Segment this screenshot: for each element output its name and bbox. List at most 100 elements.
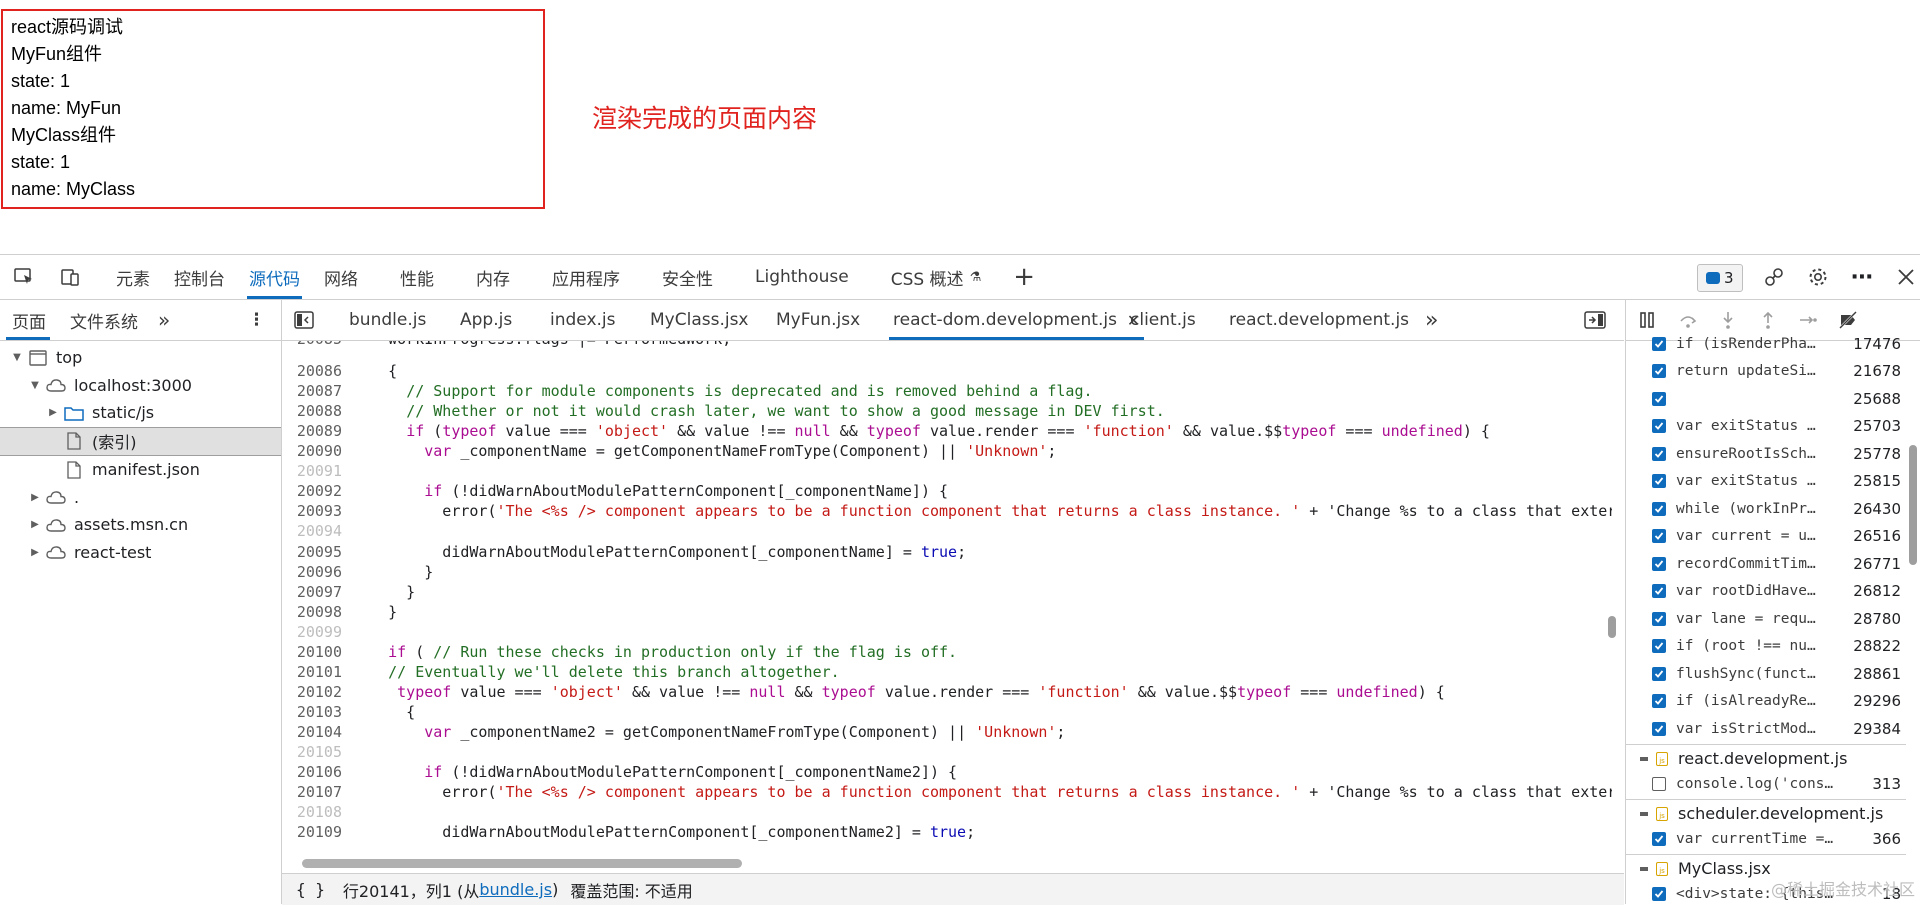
breakpoint-checkbox[interactable]	[1652, 831, 1666, 846]
breakpoint-checkbox[interactable]	[1652, 501, 1666, 516]
code-line[interactable]: 20085 workInProgress.flags |= PerformedW…	[282, 341, 731, 349]
editor-tab-react-development-js[interactable]: react.development.js	[1229, 300, 1409, 340]
code-line[interactable]: 20108	[282, 802, 352, 822]
pause-resume-icon[interactable]	[1626, 311, 1668, 329]
line-number[interactable]: 20090	[282, 441, 352, 461]
tab-security[interactable]: 安全性	[632, 255, 725, 299]
code-line[interactable]: 20086 {	[282, 361, 397, 381]
tab-performance[interactable]: 性能	[370, 255, 446, 299]
breakpoint-checkbox[interactable]	[1652, 886, 1666, 901]
breakpoint-checkbox[interactable]	[1652, 639, 1666, 654]
line-number[interactable]: 20086	[282, 361, 352, 381]
line-number[interactable]: 20091	[282, 461, 352, 481]
tab-network[interactable]: 网络	[312, 255, 370, 299]
line-number[interactable]: 20088	[282, 401, 352, 421]
code-line[interactable]: 20097 }	[282, 582, 415, 602]
collapse-triangle-icon[interactable]: ▶	[28, 492, 42, 503]
tree-item[interactable]: manifest.json	[0, 456, 281, 484]
tree-item[interactable]: (索引)	[0, 426, 281, 456]
breakpoint-file-header[interactable]: js react.development.js	[1626, 744, 1906, 772]
tab-css-overview[interactable]: CSS 概述 ⚗	[861, 255, 994, 299]
code-line[interactable]: 20107 error('The <%s /> component appear…	[282, 782, 1612, 802]
breakpoint-item[interactable]: var lane = requ… 28780	[1626, 605, 1906, 633]
line-number[interactable]: 20095	[282, 542, 352, 562]
toggle-navigator-icon[interactable]	[294, 300, 314, 340]
device-emulation-icon[interactable]	[48, 266, 92, 288]
breakpoint-checkbox[interactable]	[1652, 611, 1666, 626]
code-line[interactable]: 20090 var _componentName = getComponentN…	[282, 441, 1057, 461]
tree-item[interactable]: ▼ top	[0, 344, 281, 372]
code-area[interactable]: 20085 workInProgress.flags |= PerformedW…	[282, 341, 1612, 854]
collapse-icon[interactable]	[1640, 811, 1648, 816]
tree-item[interactable]: ▶ static/js	[0, 399, 281, 427]
breakpoint-item[interactable]: var currentTime =… 366	[1626, 825, 1906, 853]
more-tabs-chevron-icon[interactable]: »	[148, 300, 180, 340]
breakpoint-checkbox[interactable]	[1652, 336, 1666, 351]
line-number[interactable]: 20093	[282, 501, 352, 521]
line-number[interactable]: 20107	[282, 782, 352, 802]
breakpoint-checkbox[interactable]	[1652, 666, 1666, 681]
code-line[interactable]: 20106 if (!didWarnAboutModulePatternComp…	[282, 762, 957, 782]
breakpoint-checkbox[interactable]	[1652, 391, 1666, 406]
code-line[interactable]: 20089 if (typeof value === 'object' && v…	[282, 421, 1490, 441]
debugger-vertical-scrollbar[interactable]	[1909, 445, 1917, 565]
code-vertical-scrollbar[interactable]	[1608, 616, 1616, 638]
code-horizontal-scrollbar[interactable]	[282, 855, 1612, 871]
breakpoint-checkbox[interactable]	[1652, 721, 1666, 736]
line-number[interactable]: 20098	[282, 602, 352, 622]
tree-item[interactable]: ▶.	[0, 484, 281, 512]
step-out-icon[interactable]	[1748, 310, 1788, 330]
close-icon[interactable]	[1884, 267, 1920, 287]
editor-tab-client-js[interactable]: client.js	[1130, 300, 1196, 340]
code-line[interactable]: 20093 error('The <%s /> component appear…	[282, 501, 1612, 521]
tree-item[interactable]: ▶ react-test	[0, 539, 281, 567]
breakpoint-item[interactable]: var exitStatus … 25815	[1626, 468, 1906, 496]
tree-item[interactable]: ▼ localhost:3000	[0, 372, 281, 400]
tab-page[interactable]: 页面	[0, 300, 56, 340]
expand-triangle-icon[interactable]: ▼	[10, 352, 24, 363]
editor-tab-myfun-jsx[interactable]: MyFun.jsx	[776, 300, 860, 340]
code-line[interactable]: 20094	[282, 521, 352, 541]
breakpoint-item[interactable]: if (isAlreadyRe… 29296	[1626, 688, 1906, 716]
breakpoint-item[interactable]: var rootDidHave… 26812	[1626, 578, 1906, 606]
tab-elements[interactable]: 元素	[104, 255, 162, 299]
breakpoint-file-header[interactable]: js scheduler.development.js	[1626, 799, 1906, 827]
code-line[interactable]: 20101 // Eventually we'll delete this br…	[282, 662, 840, 682]
breakpoint-item[interactable]: if (root !== nu… 28822	[1626, 633, 1906, 661]
more-editor-tabs-chevron-icon[interactable]: »	[1425, 300, 1438, 340]
expand-triangle-icon[interactable]: ▼	[28, 380, 42, 391]
breakpoint-item[interactable]: return updateSi… 21678	[1626, 358, 1906, 386]
line-number[interactable]: 20102	[282, 682, 352, 702]
line-number[interactable]: 20096	[282, 562, 352, 582]
line-number[interactable]: 20109	[282, 822, 352, 842]
code-line[interactable]: 20103 {	[282, 702, 415, 722]
breakpoint-item[interactable]: if (isRenderPha… 17476	[1626, 330, 1906, 358]
code-line[interactable]: 20091	[282, 461, 352, 481]
gear-icon[interactable]	[1796, 266, 1840, 288]
line-number[interactable]: 20089	[282, 421, 352, 441]
code-line[interactable]: 20109 didWarnAboutModulePatternComponent…	[282, 822, 975, 842]
editor-tab-myclass-jsx[interactable]: MyClass.jsx	[650, 300, 749, 340]
line-number[interactable]: 20108	[282, 802, 352, 822]
toggle-debugger-icon[interactable]	[1584, 300, 1606, 340]
breakpoint-item[interactable]: var exitStatus … 25703	[1626, 413, 1906, 441]
line-number[interactable]: 20106	[282, 762, 352, 782]
line-number[interactable]: 20099	[282, 622, 352, 642]
editor-tab-app-js[interactable]: App.js	[460, 300, 512, 340]
breakpoint-item[interactable]: console.log('cons… 313	[1626, 770, 1906, 798]
breakpoint-item[interactable]: recordCommitTim… 26771	[1626, 550, 1906, 578]
collapse-triangle-icon[interactable]: ▶	[28, 519, 42, 530]
source-link[interactable]: bundle.js	[479, 880, 552, 899]
breakpoint-checkbox[interactable]	[1652, 474, 1666, 489]
tab-sources[interactable]: 源代码	[237, 255, 312, 299]
code-line[interactable]: 20088 // Whether or not it would crash l…	[282, 401, 1165, 421]
step-into-icon[interactable]	[1708, 310, 1748, 330]
step-icon[interactable]	[1788, 311, 1828, 329]
code-line[interactable]: 20099	[282, 622, 352, 642]
breakpoint-checkbox[interactable]	[1652, 446, 1666, 461]
pretty-print-icon[interactable]: { }	[296, 880, 325, 899]
code-line[interactable]: 20098 }	[282, 602, 397, 622]
breakpoint-item[interactable]: 25688	[1626, 385, 1906, 413]
breakpoint-checkbox[interactable]	[1652, 694, 1666, 709]
navigator-menu-icon[interactable]: ⋮	[238, 300, 275, 340]
